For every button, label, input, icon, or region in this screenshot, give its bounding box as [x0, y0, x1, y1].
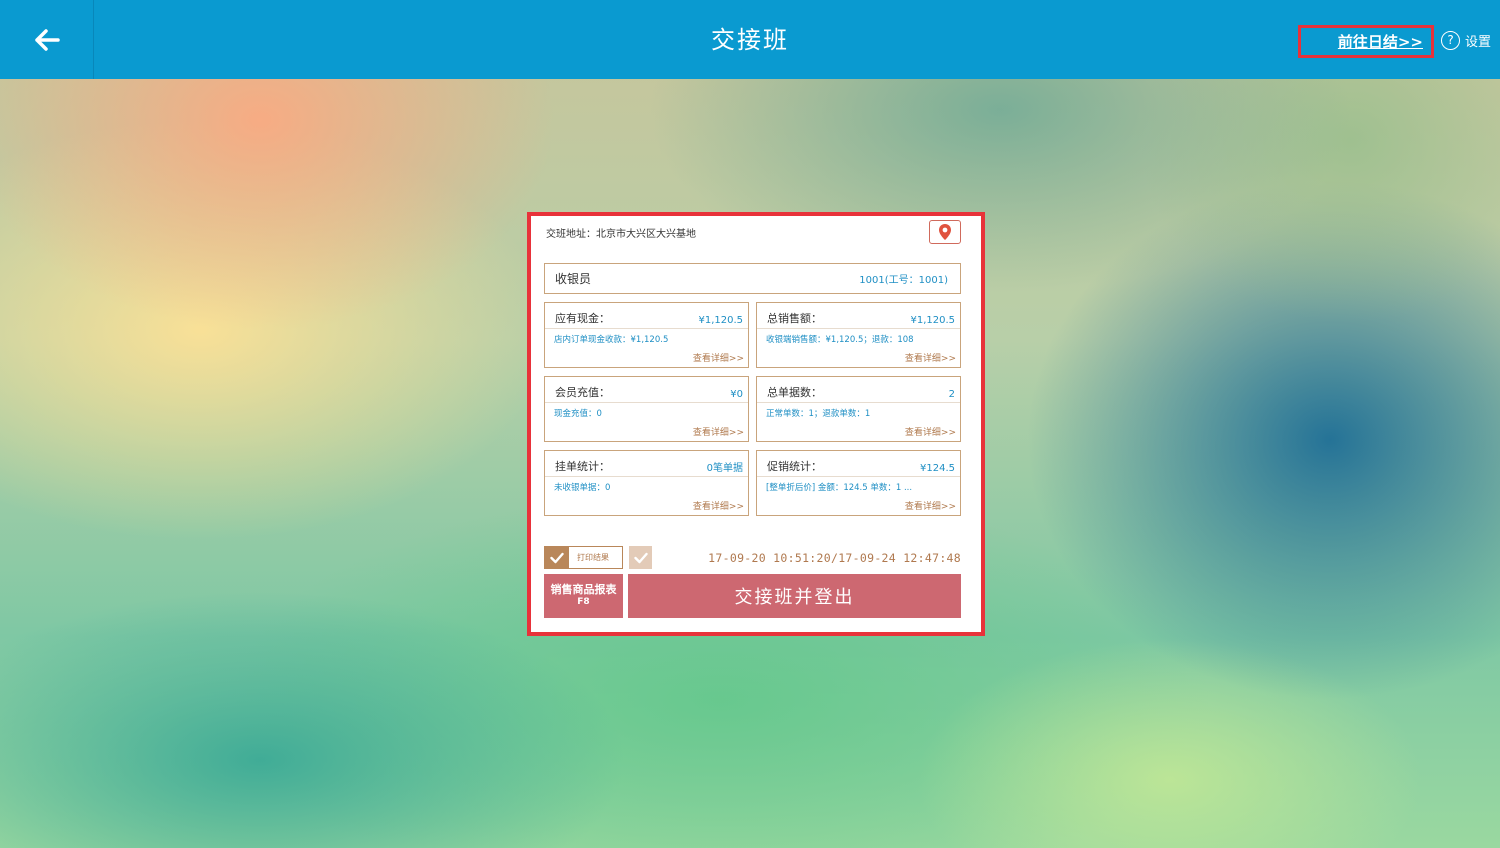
print-result-checkbox[interactable]: 打印结果: [544, 546, 623, 569]
handover-address: 交班地址：北京市大兴区大兴基地: [546, 229, 696, 240]
view-detail-link[interactable]: 查看详细>>: [693, 351, 744, 364]
help-circle-icon: ?: [1441, 30, 1460, 50]
cashier-row: 收银员 1001(工号：1001): [544, 263, 961, 294]
card-promotion-stats: 促销统计： ¥124.5 [整单折后价] 金额：124.5 单数：1 ... 查看…: [756, 450, 961, 516]
cashier-value: 1001(工号：1001): [859, 275, 948, 286]
sales-report-shortcut: F8: [577, 597, 590, 607]
card-total-sales: 总销售额： ¥1,120.5 收银端销售额：¥1,120.5；退款：108 查看详…: [756, 302, 961, 368]
card-label: 总单据数：: [767, 386, 822, 399]
view-detail-link[interactable]: 查看详细>>: [693, 499, 744, 512]
card-subtext: 收银端销售额：¥1,120.5；退款：108: [766, 335, 914, 345]
card-subtext: 未收银单据：0: [554, 483, 611, 493]
settings-label: 设置: [1465, 34, 1492, 50]
card-subtext: 店内订单现金收款：¥1,120.5: [554, 335, 669, 345]
goto-daily-settlement-link[interactable]: 前往日结>>: [1298, 25, 1434, 58]
cashier-label: 收银员: [555, 272, 592, 286]
shift-time-range: 17-09-20 10:51:20/17-09-24 12:47:48: [708, 551, 961, 565]
card-total-orders: 总单据数： 2 正常单数：1；退款单数：1 查看详细>>: [756, 376, 961, 442]
card-value: ¥0: [730, 389, 743, 400]
card-subtext: 正常单数：1；退款单数：1: [766, 409, 871, 419]
card-subtext: [整单折后价] 金额：124.5 单数：1 ...: [766, 483, 913, 493]
card-expected-cash: 应有现金： ¥1,120.5 店内订单现金收款：¥1,120.5 查看详细>>: [544, 302, 749, 368]
card-value: ¥1,120.5: [698, 315, 743, 326]
map-pin-icon: [939, 224, 951, 240]
card-label: 会员充值：: [555, 386, 610, 399]
checkmark-icon: [633, 552, 648, 563]
card-pending-orders: 挂单统计： 0笔单据 未收银单据：0 查看详细>>: [544, 450, 749, 516]
view-detail-link[interactable]: 查看详细>>: [905, 425, 956, 438]
card-subtext: 现金充值：0: [554, 409, 602, 419]
shift-handover-panel: 交班地址：北京市大兴区大兴基地 收银员 1001(工号：1001) 应有现金： ¥…: [533, 218, 979, 630]
card-member-recharge: 会员充值： ¥0 现金充值：0 查看详细>>: [544, 376, 749, 442]
view-detail-link[interactable]: 查看详细>>: [693, 425, 744, 438]
sales-report-label: 销售商品报表: [550, 583, 617, 596]
card-label: 总销售额：: [767, 312, 822, 325]
card-value: ¥124.5: [920, 463, 955, 474]
top-bar: 交接班 前往日结>> ? 设置: [0, 0, 1500, 79]
view-detail-link[interactable]: 查看详细>>: [905, 499, 956, 512]
card-value: ¥1,120.5: [910, 315, 955, 326]
secondary-checkbox[interactable]: [629, 546, 652, 569]
settings-button[interactable]: ? 设置: [1441, 29, 1491, 51]
view-detail-link[interactable]: 查看详细>>: [905, 351, 956, 364]
page-title: 交接班: [711, 26, 789, 54]
location-button[interactable]: [929, 220, 961, 244]
sales-report-button[interactable]: 销售商品报表 F8: [544, 574, 623, 618]
handover-logout-button[interactable]: 交接班并登出: [628, 574, 961, 618]
print-result-label: 打印结果: [577, 553, 609, 562]
checkmark-icon: [545, 547, 569, 568]
card-label: 促销统计：: [767, 460, 822, 473]
card-value: 0笔单据: [706, 463, 743, 474]
card-label: 应有现金：: [555, 312, 610, 325]
card-value: 2: [948, 389, 955, 400]
card-label: 挂单统计：: [555, 460, 610, 473]
